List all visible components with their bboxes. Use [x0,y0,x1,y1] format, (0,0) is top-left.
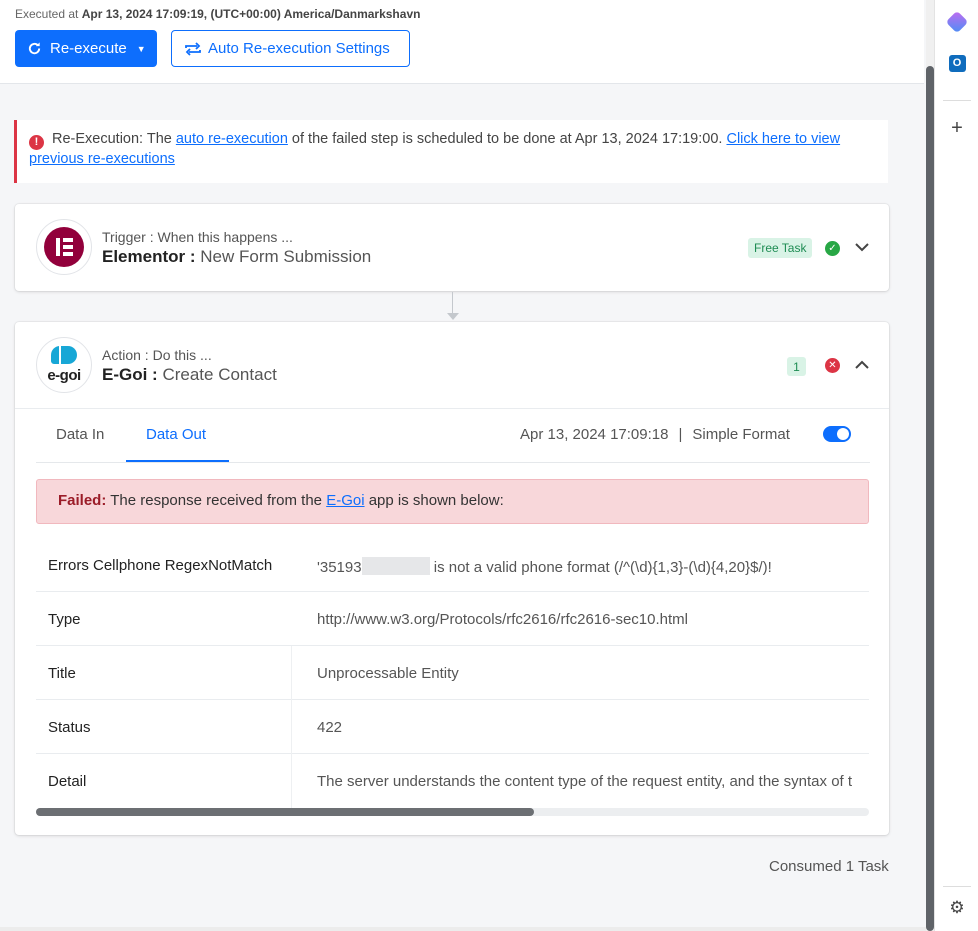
refresh-icon [28,42,41,55]
free-task-badge: Free Task [748,238,813,258]
sidebar-divider [943,100,971,101]
connector-arrow-icon [447,313,459,320]
action-step-card: e-goi Action : Do this ... E-Goi : Creat… [15,322,889,835]
chevron-up-icon[interactable] [853,356,871,374]
consumed-tasks: Consumed 1 Task [769,858,889,875]
re-execute-button[interactable]: Re-execute ▼ [15,30,157,67]
egoi-logo: e-goi [36,337,92,393]
browser-sidebar: O + ⚙ [934,0,978,931]
trigger-label: Trigger : When this happens ... [102,229,293,245]
auto-settings-label: Auto Re-execution Settings [208,40,390,57]
horizontal-scrollbar[interactable] [36,808,869,816]
x-circle-icon: ✕ [825,358,840,373]
chat-bubble-icon [51,346,77,364]
tab-data-out[interactable]: Data Out [146,426,206,443]
table-row: Errors Cellphone RegexNotMatch '35193 is… [36,538,869,592]
elementor-icon [44,227,84,267]
simple-format-label: Simple Format [692,426,790,443]
executed-at-text: Executed at Apr 13, 2024 17:09:19, (UTC+… [15,7,421,21]
exclamation-icon: ! [29,135,44,150]
tab-data-in[interactable]: Data In [56,426,104,443]
trigger-title: Elementor : New Form Submission [102,247,372,266]
auto-re-execution-link[interactable]: auto re-execution [176,131,288,147]
table-row: Title Unprocessable Entity [36,646,869,700]
re-execute-label: Re-execute [50,40,127,57]
trigger-step-card[interactable]: Trigger : When this happens ... Elemento… [15,204,889,291]
table-row: Detail The server understands the conten… [36,754,869,808]
table-row: Type http://www.w3.org/Protocols/rfc2616… [36,592,869,646]
egoi-app-link[interactable]: E-Goi [326,492,364,509]
outlook-icon[interactable]: O [947,53,967,73]
data-meta: Apr 13, 2024 17:09:18 | Simple Format [520,426,790,443]
failed-message: Failed: The response received from the E… [36,479,869,524]
tabs-divider [36,462,870,463]
chevron-down-icon[interactable] [853,238,871,256]
scrollbar-thumb[interactable] [926,66,934,931]
copilot-icon[interactable] [945,10,969,34]
caret-down-icon: ▼ [136,43,146,54]
auto-re-execution-settings-button[interactable]: Auto Re-execution Settings [171,30,410,67]
bottom-edge [0,927,926,931]
check-circle-icon: ✓ [825,241,840,256]
elementor-logo [36,219,92,275]
scrollbar-thumb[interactable] [36,808,534,816]
table-row: Status 422 [36,700,869,754]
gear-icon[interactable]: ⚙ [947,898,967,918]
plus-icon[interactable]: + [947,117,967,139]
action-label: Action : Do this ... [102,347,212,363]
repeat-icon [185,41,201,56]
card-divider [15,408,889,409]
timestamp: Apr 13, 2024 17:09:18 [520,426,669,443]
task-count-badge: 1 [787,357,806,376]
action-title: E-Goi : Create Contact [102,365,277,384]
re-execution-alert: ! Re-Execution: The auto re-execution of … [14,120,888,183]
response-table: Errors Cellphone RegexNotMatch '35193 is… [36,538,869,808]
execution-header: Executed at Apr 13, 2024 17:09:19, (UTC+… [0,0,924,84]
vertical-scrollbar[interactable] [926,0,934,931]
sidebar-divider [943,886,971,887]
redacted-value [361,557,430,575]
simple-format-toggle[interactable] [823,426,851,442]
